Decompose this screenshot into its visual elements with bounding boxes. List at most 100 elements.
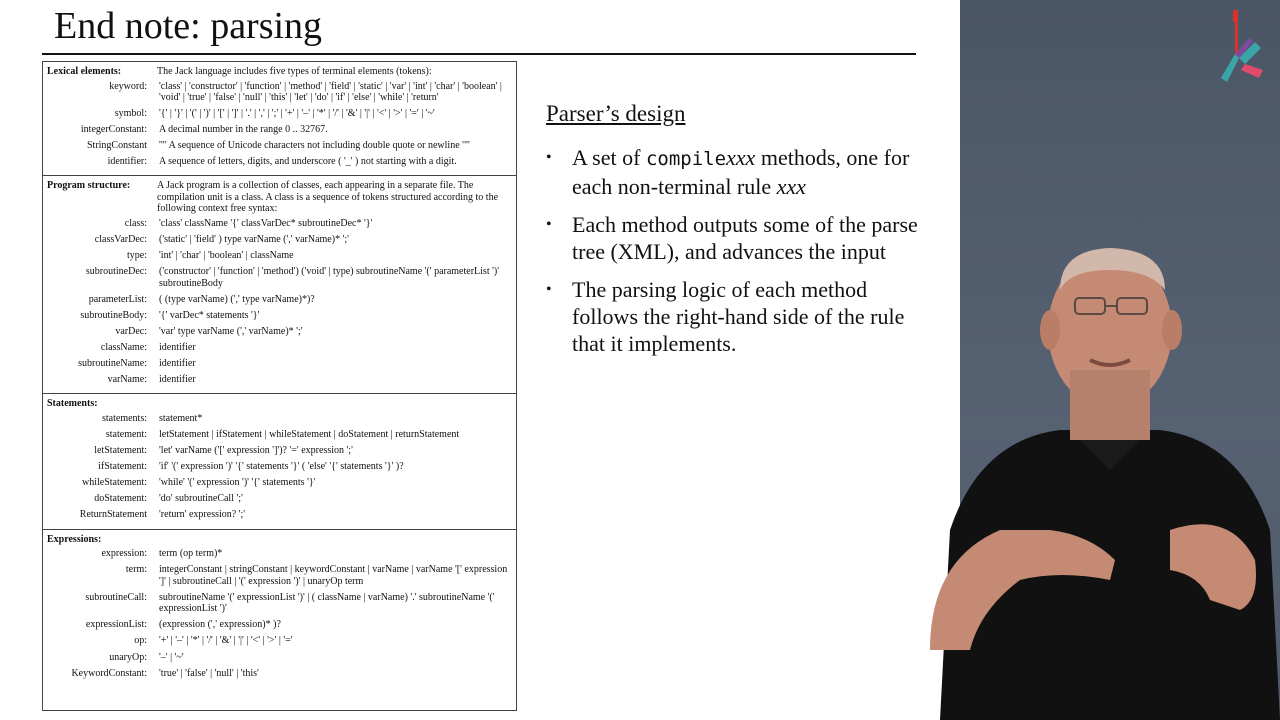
bullet-text: Each method outputs some of the parse tr… xyxy=(572,211,918,265)
rule-definition: 'while' '(' expression ')' '{' statement… xyxy=(159,477,316,489)
rule-name: subroutineName: xyxy=(78,358,147,370)
grammar-rule: statement: letStatement | ifStatement | w… xyxy=(47,429,512,441)
section-program: Program structure: A Jack program is a c… xyxy=(43,176,516,395)
rule-name: ifStatement: xyxy=(98,461,147,473)
rule-definition: 'int' | 'char' | 'boolean' | className xyxy=(159,250,294,262)
bullet-item: • Each method outputs some of the parse … xyxy=(546,211,926,266)
section-title: Expressions: xyxy=(47,533,102,545)
rule-name: varDec: xyxy=(115,326,147,338)
bullet-item: • The parsing logic of each method follo… xyxy=(546,276,926,358)
rule-definition: integerConstant | stringConstant | keywo… xyxy=(159,564,510,587)
course-logo-icon xyxy=(1221,10,1263,82)
rule-definition: '+' | '–' | '*' | '/' | '&' | '|' | '<' … xyxy=(159,635,293,647)
rule-definition: statement* xyxy=(159,412,203,424)
grammar-rule: varName: identifier xyxy=(47,374,512,386)
grammar-rule: subroutineCall: subroutineName '(' expres… xyxy=(47,592,512,615)
rule-definition: A decimal number in the range 0 .. 32767… xyxy=(159,124,328,136)
rule-definition: 'if' '(' expression ')' '{' statements '… xyxy=(159,461,404,473)
rule-name: term: xyxy=(125,564,147,576)
grammar-rule: expressionList: (expression (',' expressi… xyxy=(47,619,512,631)
rule-name: varName: xyxy=(107,374,147,386)
presenter-video xyxy=(930,248,1280,720)
grammar-rule: whileStatement: 'while' '(' expression ')… xyxy=(47,477,512,489)
rule-definition: (expression (',' expression)* )? xyxy=(159,619,281,631)
rule-name: statements: xyxy=(102,412,147,424)
section-statements: Statements: statements: statement* stateme… xyxy=(43,394,516,530)
grammar-box: Lexical elements: The Jack language incl… xyxy=(42,61,517,711)
section-expressions: Expressions: expression: term (op term)* t… xyxy=(43,530,516,687)
grammar-rule: ifStatement: 'if' '(' expression ')' '{' … xyxy=(47,461,512,473)
rule-name: op: xyxy=(134,635,147,647)
grammar-rule: integerConstant: A decimal number in the … xyxy=(47,124,512,136)
grammar-rule: ReturnStatement 'return' expression? ';' xyxy=(47,509,512,521)
bullet-list: • A set of compilexxx methods, one for e… xyxy=(546,144,926,368)
rule-definition: 'do' subroutineCall ';' xyxy=(159,493,243,505)
rule-definition: '{' varDec* statements '}' xyxy=(159,309,260,321)
rule-definition: 'let' varName ('[' expression ']')? '=' … xyxy=(159,445,353,457)
rule-definition: subroutineName '(' expressionList ')' | … xyxy=(159,591,498,615)
rule-definition: '–' | '~' xyxy=(159,651,184,663)
grammar-rule: className: identifier xyxy=(47,342,512,354)
section-title: Statements: xyxy=(47,398,98,410)
rule-definition: ('constructor' | 'function' | 'method') … xyxy=(159,266,502,289)
grammar-rule: letStatement: 'let' varName ('[' expressi… xyxy=(47,445,512,457)
title-rule xyxy=(42,53,916,55)
rule-definition: 'class' className '{' classVarDec* subro… xyxy=(159,217,373,229)
rule-definition: ('static' | 'field' ) type varName (',' … xyxy=(159,234,349,246)
bullet-dot-icon: • xyxy=(546,280,552,298)
bullet-italic: xxx xyxy=(776,174,806,200)
rule-definition: 'class' | 'constructor' | 'function' | '… xyxy=(159,80,505,104)
section-desc: The Jack language includes five types of… xyxy=(157,66,432,77)
rule-name: integerConstant: xyxy=(80,124,147,136)
grammar-rule: subroutineName: identifier xyxy=(47,358,512,370)
rule-name: unaryOp: xyxy=(109,651,147,663)
rule-name: identifier: xyxy=(107,156,147,168)
rule-definition: letStatement | ifStatement | whileStatem… xyxy=(159,429,460,440)
rule-definition: '{' | '}' | '(' | ')' | '[' | ']' | '.' … xyxy=(159,108,435,120)
rule-definition: '"' A sequence of Unicode characters not… xyxy=(159,140,470,152)
bullet-code: compile xyxy=(645,148,727,170)
rule-name: subroutineBody: xyxy=(80,309,147,321)
grammar-rule: subroutineBody: '{' varDec* statements '}… xyxy=(47,310,512,322)
grammar-rule: keyword: 'class' | 'constructor' | 'funct… xyxy=(47,81,512,104)
rule-name: class: xyxy=(124,217,147,229)
rule-name: whileStatement: xyxy=(82,477,147,489)
grammar-rule: class: 'class' className '{' classVarDec*… xyxy=(47,218,512,230)
bullet-text: A set of xyxy=(572,145,646,170)
rule-name: expressionList: xyxy=(85,619,147,631)
grammar-rule: subroutineDec: ('constructor' | 'function… xyxy=(47,266,512,289)
rule-name: subroutineDec: xyxy=(85,266,147,278)
grammar-rule: parameterList: ( (type varName) (',' type… xyxy=(47,294,512,306)
rule-name: subroutineCall: xyxy=(85,591,147,603)
slide-title: End note: parsing xyxy=(54,5,323,47)
section-lexical: Lexical elements: The Jack language incl… xyxy=(43,62,516,177)
rule-name: classVarDec: xyxy=(94,234,147,246)
rule-name: letStatement: xyxy=(94,445,147,457)
rule-definition: A sequence of letters, digits, and under… xyxy=(159,156,457,168)
bullet-item: • A set of compilexxx methods, one for e… xyxy=(546,144,926,201)
grammar-rule: StringConstant '"' A sequence of Unicode … xyxy=(47,140,512,152)
rule-name: type: xyxy=(127,250,147,262)
rule-name: parameterList: xyxy=(88,293,147,305)
rule-name: className: xyxy=(100,342,147,354)
rule-definition: 'var' type varName (',' varName)* ';' xyxy=(159,326,303,338)
grammar-rule: statements: statement* xyxy=(47,413,512,425)
bullet-text: The parsing logic of each method follows… xyxy=(572,276,905,357)
section-title: Program structure: xyxy=(47,180,131,192)
grammar-rule: expression: term (op term)* xyxy=(47,548,512,560)
grammar-rule: symbol: '{' | '}' | '(' | ')' | '[' | ']'… xyxy=(47,108,512,120)
grammar-rule: term: integerConstant | stringConstant | … xyxy=(47,564,512,587)
rule-name: statement: xyxy=(105,429,147,440)
grammar-rule: KeywordConstant: 'true' | 'false' | 'null… xyxy=(47,668,512,680)
rule-definition: identifier xyxy=(159,374,196,386)
rule-name: doStatement: xyxy=(94,493,147,505)
grammar-rule: type: 'int' | 'char' | 'boolean' | classN… xyxy=(47,250,512,262)
grammar-rule: op: '+' | '–' | '*' | '/' | '&' | '|' | '… xyxy=(47,635,512,647)
rule-definition: identifier xyxy=(159,358,196,370)
grammar-rule: unaryOp: '–' | '~' xyxy=(47,652,512,664)
rule-name: expression: xyxy=(101,548,147,560)
grammar-rule: classVarDec: ('static' | 'field' ) type v… xyxy=(47,234,512,246)
rule-name: KeywordConstant: xyxy=(71,667,147,679)
parser-design-title: Parser’s design xyxy=(546,101,686,126)
grammar-rule: doStatement: 'do' subroutineCall ';' xyxy=(47,493,512,505)
